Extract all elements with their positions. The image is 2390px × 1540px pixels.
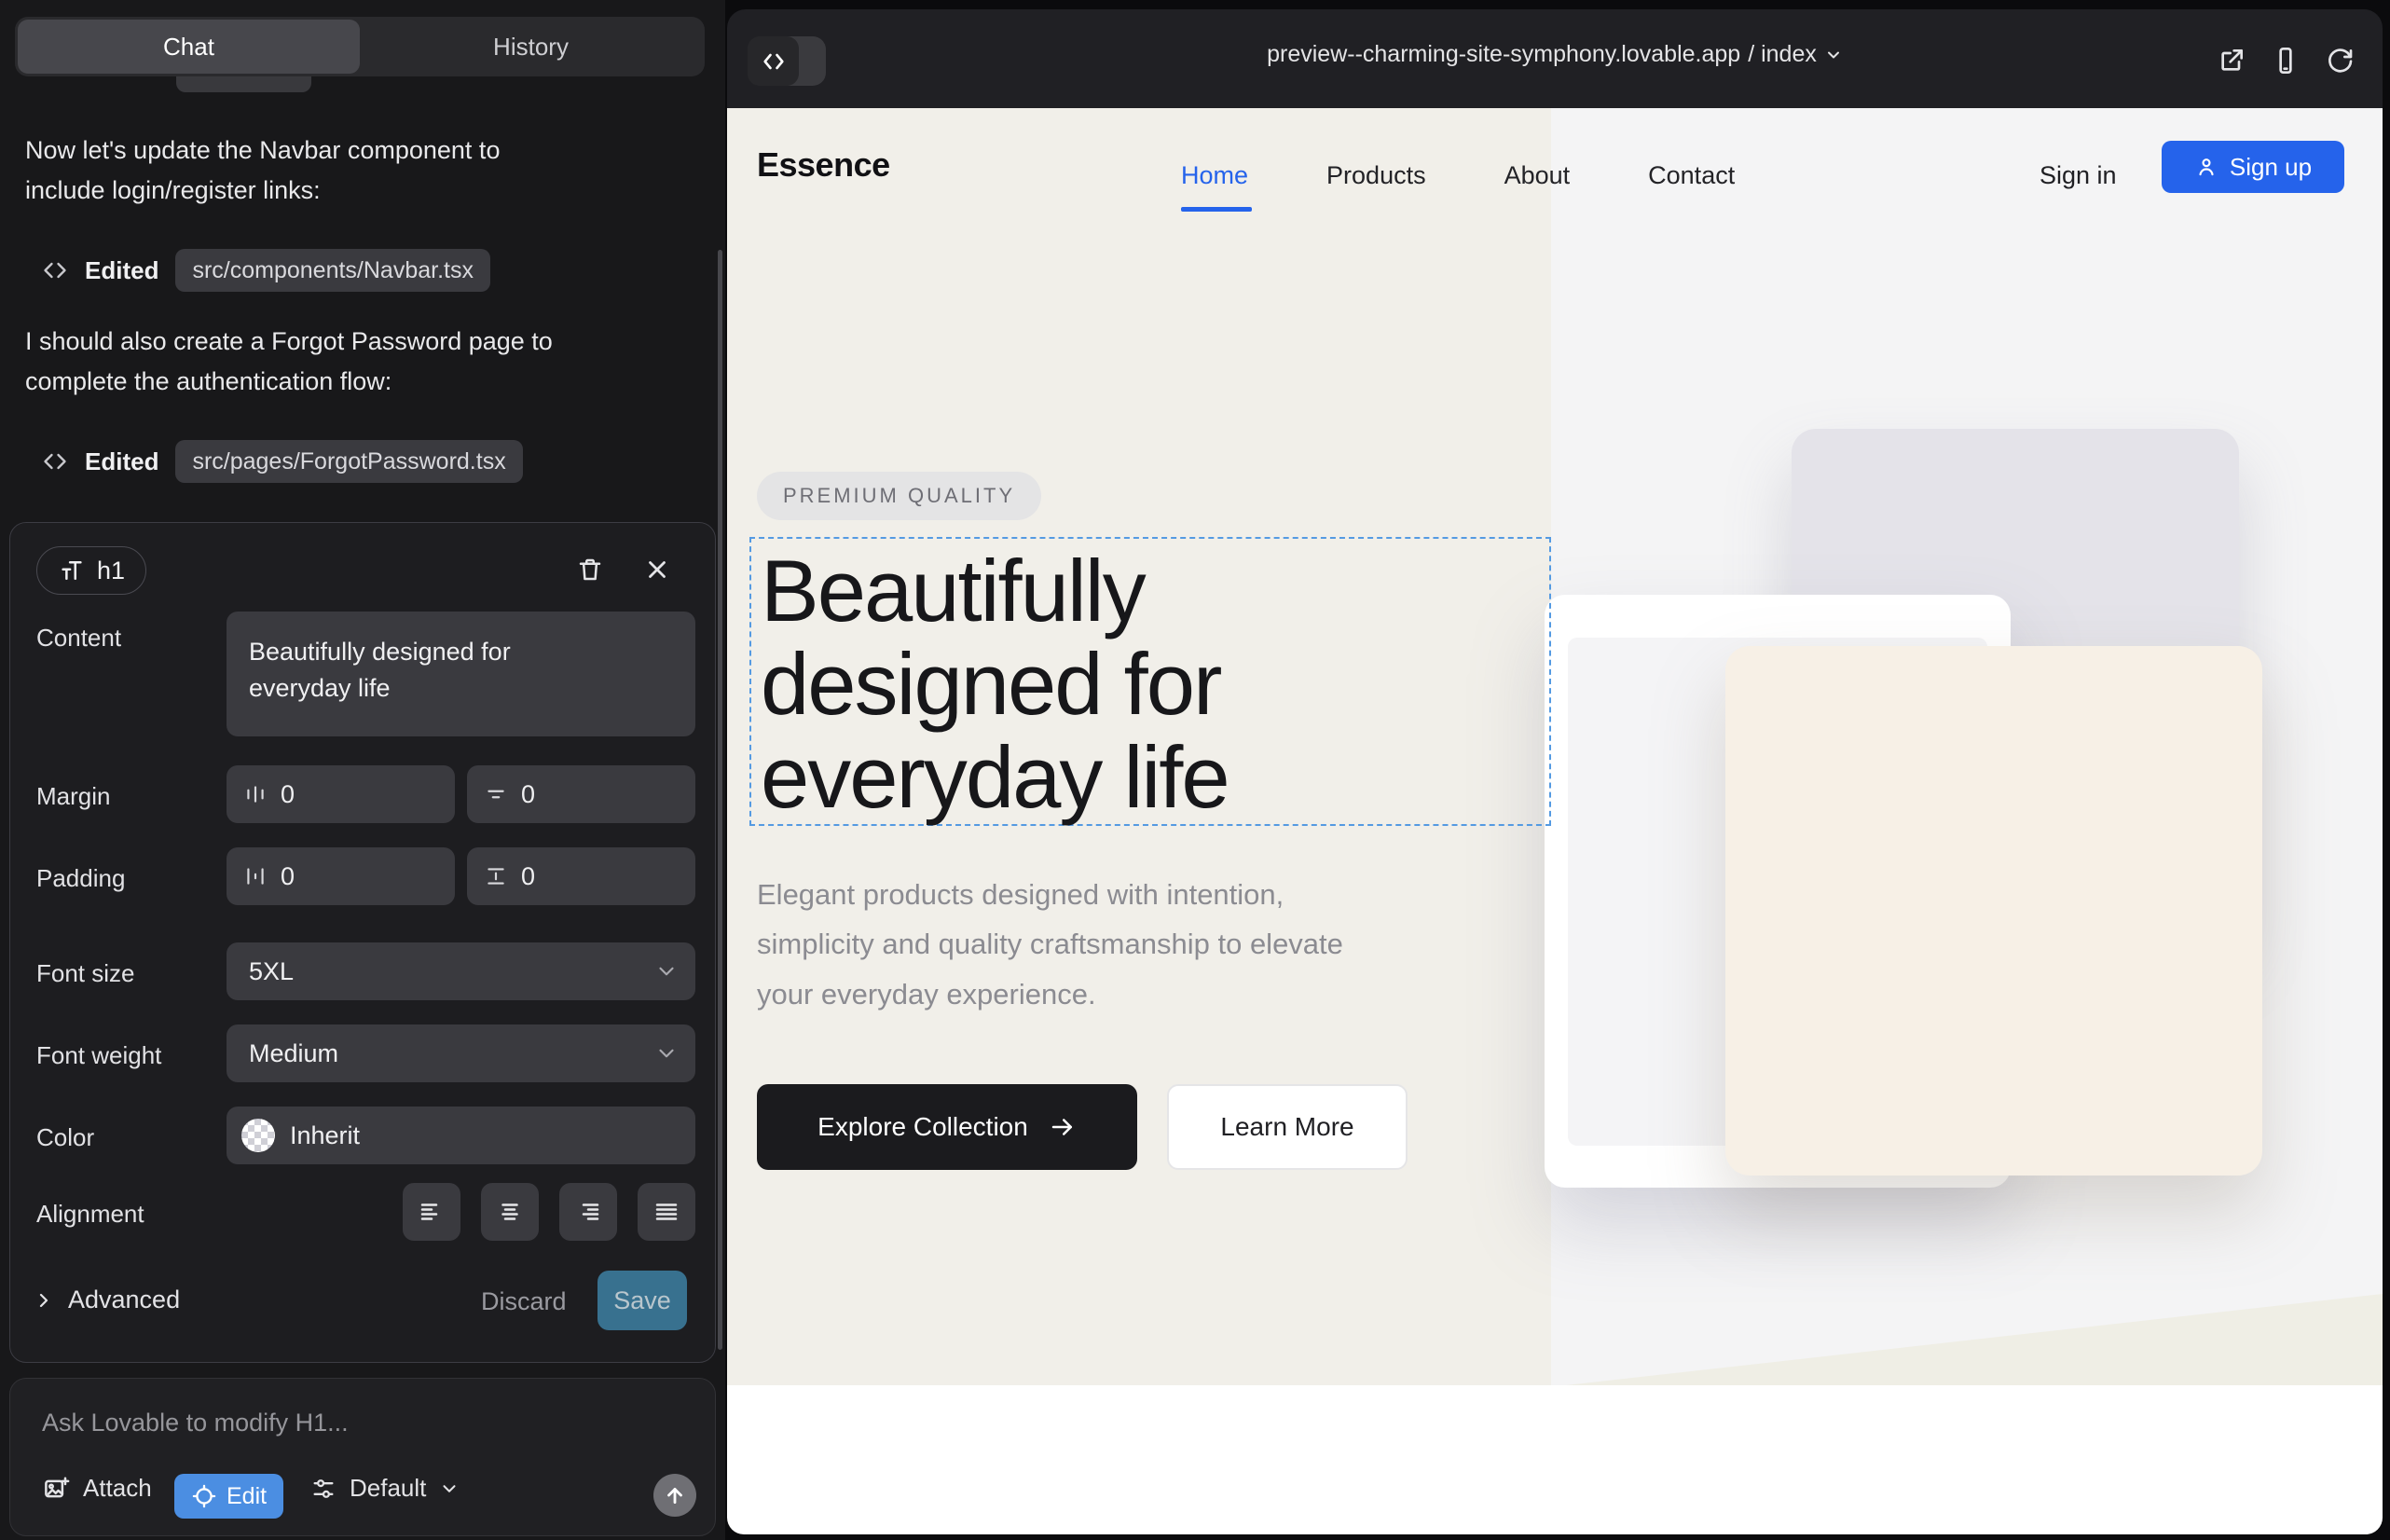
- chevron-right-icon: [33, 1289, 55, 1312]
- arrow-right-icon: [1049, 1113, 1077, 1141]
- font-weight-select[interactable]: Medium: [227, 1024, 695, 1082]
- preview-domain: preview--charming-site-symphony.lovable.…: [1267, 41, 1740, 68]
- decorative-card-cream: [1725, 646, 2262, 1176]
- arrow-up-icon: [663, 1483, 687, 1507]
- margin-y-input[interactable]: 0: [467, 765, 695, 823]
- content-textarea[interactable]: Beautifully designed for everyday life: [227, 612, 695, 736]
- attach-button[interactable]: Attach: [42, 1474, 152, 1503]
- hero-paragraph: Elegant products designed with intention…: [757, 870, 1400, 1019]
- hero-heading[interactable]: Beautifully designed for everyday life: [761, 544, 1413, 824]
- margin-horizontal-icon: [243, 782, 268, 806]
- prompt-input[interactable]: Ask Lovable to modify H1...: [42, 1409, 349, 1437]
- font-size-label: Font size: [36, 959, 135, 988]
- edited-label: Edited: [85, 256, 158, 285]
- chat-scrollbar[interactable]: [718, 250, 722, 1350]
- chrome-actions: [2211, 40, 2360, 81]
- close-editor-icon[interactable]: [637, 549, 678, 590]
- site-logo[interactable]: Essence: [757, 145, 890, 185]
- sign-in-link[interactable]: Sign in: [2040, 161, 2117, 190]
- file-chip[interactable]: src/pages/ForgotPassword.tsx: [175, 440, 522, 483]
- color-swatch: [241, 1119, 275, 1152]
- mobile-view-icon[interactable]: [2265, 40, 2306, 81]
- chevron-down-icon: [1824, 46, 1843, 64]
- edited-file-row: Edited src/pages/ForgotPassword.tsx: [42, 440, 523, 483]
- active-nav-underline: [1181, 207, 1252, 212]
- chevron-down-icon: [654, 1041, 679, 1066]
- site-nav: Home Products About Contact: [1181, 161, 1735, 190]
- font-size-select[interactable]: 5XL: [227, 942, 695, 1000]
- padding-label: Padding: [36, 864, 125, 893]
- alignment-label: Alignment: [36, 1200, 144, 1229]
- chevron-down-icon: [654, 959, 679, 983]
- file-chip[interactable]: src/components/Navbar.tsx: [175, 249, 490, 292]
- refresh-icon[interactable]: [2319, 40, 2360, 81]
- delete-element-button[interactable]: [570, 549, 611, 590]
- sign-up-button[interactable]: Sign up: [2162, 141, 2344, 193]
- prompt-composer: Ask Lovable to modify H1... Attach Edit …: [9, 1378, 716, 1536]
- learn-more-button[interactable]: Learn More: [1167, 1084, 1408, 1170]
- explore-collection-button[interactable]: Explore Collection: [757, 1084, 1137, 1170]
- assistant-message: Now let's update the Navbar component to…: [25, 131, 584, 211]
- code-icon: [42, 448, 68, 474]
- edit-mode-button[interactable]: Edit: [174, 1474, 283, 1519]
- user-icon: [2194, 155, 2218, 179]
- code-icon: [42, 257, 68, 283]
- chevron-down-icon: [439, 1478, 460, 1499]
- content-label: Content: [36, 624, 121, 653]
- margin-label: Margin: [36, 782, 110, 811]
- chat-panel: Chat History Now let's update the Navbar…: [0, 0, 725, 1540]
- mode-selector[interactable]: Default: [310, 1474, 460, 1503]
- assistant-message: I should also create a Forgot Password p…: [25, 322, 584, 402]
- margin-x-input[interactable]: 0: [227, 765, 455, 823]
- color-picker-field[interactable]: Inherit: [227, 1107, 695, 1164]
- padding-y-input[interactable]: 0: [467, 847, 695, 905]
- tab-chat[interactable]: Chat: [18, 20, 360, 74]
- element-editor-panel: h1 Content Beautifully designed for ever…: [9, 522, 716, 1363]
- nav-contact[interactable]: Contact: [1648, 161, 1735, 190]
- open-external-icon[interactable]: [2211, 40, 2252, 81]
- alignment-buttons: [403, 1183, 695, 1241]
- discard-button[interactable]: Discard: [481, 1287, 567, 1316]
- padding-x-input[interactable]: 0: [227, 847, 455, 905]
- nav-products[interactable]: Products: [1326, 161, 1426, 190]
- tab-history[interactable]: History: [360, 20, 702, 74]
- color-label: Color: [36, 1123, 94, 1152]
- target-icon: [191, 1483, 217, 1509]
- sliders-icon: [310, 1476, 337, 1502]
- align-center-button[interactable]: [481, 1183, 539, 1241]
- edited-file-row: Edited src/components/Navbar.tsx: [42, 249, 490, 292]
- font-weight-label: Font weight: [36, 1041, 161, 1070]
- app-window: Chat History Now let's update the Navbar…: [0, 0, 2390, 1540]
- align-left-button[interactable]: [403, 1183, 460, 1241]
- element-tag-label: h1: [97, 557, 125, 585]
- preview-path: / index: [1748, 41, 1817, 68]
- chat-history-tabs: Chat History: [15, 17, 705, 76]
- align-justify-button[interactable]: [638, 1183, 695, 1241]
- advanced-toggle[interactable]: Advanced: [33, 1286, 180, 1314]
- save-button[interactable]: Save: [598, 1271, 687, 1330]
- preview-panel: preview--charming-site-symphony.lovable.…: [727, 9, 2383, 1534]
- nav-about[interactable]: About: [1504, 161, 1571, 190]
- send-button[interactable]: [653, 1474, 696, 1517]
- margin-vertical-icon: [484, 782, 508, 806]
- hero-badge: PREMIUM QUALITY: [757, 472, 1041, 520]
- padding-horizontal-icon: [243, 864, 268, 888]
- selected-element-pill: h1: [36, 546, 146, 595]
- clipped-chip: [176, 76, 311, 92]
- padding-vertical-icon: [484, 864, 508, 888]
- align-right-button[interactable]: [559, 1183, 617, 1241]
- preview-url[interactable]: preview--charming-site-symphony.lovable.…: [727, 41, 2383, 68]
- nav-home[interactable]: Home: [1181, 161, 1248, 190]
- site-viewport: Essence Home Products About Contact Sign…: [727, 108, 2383, 1534]
- edited-label: Edited: [85, 447, 158, 476]
- heading-type-icon: [58, 557, 86, 584]
- attach-image-icon: [42, 1475, 70, 1503]
